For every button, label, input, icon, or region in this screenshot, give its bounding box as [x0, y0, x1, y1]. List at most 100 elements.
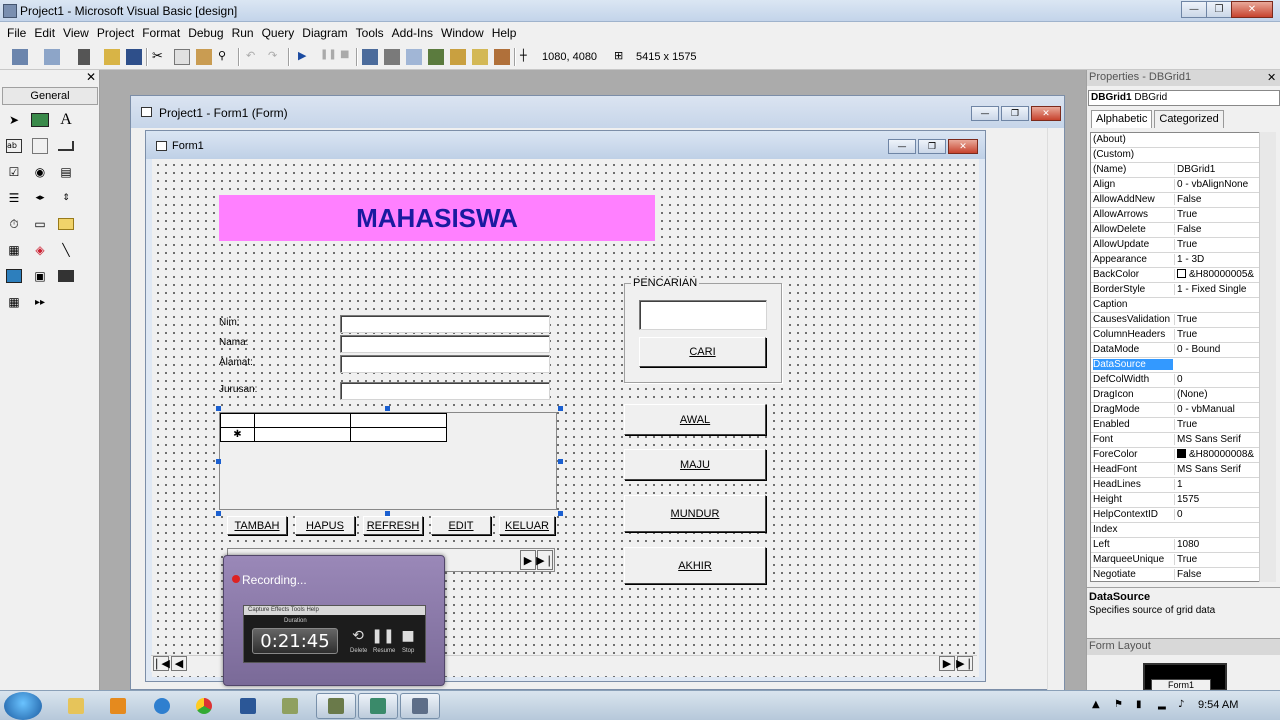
- property-row[interactable]: AllowUpdate True: [1091, 238, 1261, 253]
- form1-close-button[interactable]: ✕: [948, 139, 978, 154]
- menu-query[interactable]: Query: [258, 26, 299, 40]
- taskbar-vb6[interactable]: [316, 693, 356, 719]
- filelistbox-icon[interactable]: ▦: [4, 240, 24, 260]
- property-value[interactable]: 1 - 3D: [1174, 254, 1260, 265]
- dbgrid-icon[interactable]: ▦: [4, 292, 24, 312]
- property-value[interactable]: True: [1174, 419, 1260, 430]
- open-project-icon[interactable]: [104, 49, 120, 65]
- property-row[interactable]: Height 1575: [1091, 493, 1261, 508]
- label-nama[interactable]: Nama:: [219, 337, 248, 348]
- stop-icon[interactable]: ■: [398, 626, 418, 646]
- hscrollbar-icon[interactable]: ◂▸: [30, 188, 50, 208]
- dbgrid-column-header[interactable]: [254, 413, 351, 428]
- property-row[interactable]: BackColor &H80000005&: [1091, 268, 1261, 283]
- scroll-last-icon[interactable]: ▶❘: [956, 656, 974, 671]
- property-row[interactable]: HeadLines 1: [1091, 478, 1261, 493]
- scroll-right-icon[interactable]: ▶: [939, 656, 955, 671]
- dbgrid-column-header[interactable]: [350, 413, 447, 428]
- menu-edit[interactable]: Edit: [30, 26, 59, 40]
- dbgrid-cell[interactable]: [254, 427, 351, 442]
- property-value[interactable]: 0 - Bound: [1174, 344, 1260, 355]
- image-icon[interactable]: [6, 269, 22, 283]
- maju-button[interactable]: MAJU: [624, 449, 766, 480]
- search-textbox[interactable]: [639, 300, 767, 330]
- property-row[interactable]: (Name) DBGrid1: [1091, 163, 1261, 178]
- tray-network-icon[interactable]: ▂: [1158, 699, 1170, 711]
- properties-close-icon[interactable]: ✕: [1267, 71, 1276, 84]
- property-value[interactable]: MS Sans Serif: [1174, 434, 1260, 445]
- copy-icon[interactable]: [174, 49, 190, 65]
- property-row[interactable]: ColumnHeaders True: [1091, 328, 1261, 343]
- property-value[interactable]: 0 - vbManual: [1174, 404, 1260, 415]
- tray-volume-icon[interactable]: ♪: [1178, 699, 1190, 711]
- property-row[interactable]: DataSource▾: [1091, 358, 1261, 373]
- tray-expand-icon[interactable]: ▲: [1092, 699, 1104, 711]
- component-manager-icon[interactable]: [494, 49, 510, 65]
- property-value[interactable]: MS Sans Serif: [1174, 464, 1260, 475]
- start-icon[interactable]: ▶: [298, 49, 314, 65]
- refresh-button[interactable]: REFRESH: [363, 516, 423, 535]
- line-icon[interactable]: ╲: [56, 240, 76, 260]
- object-browser-icon[interactable]: [428, 49, 444, 65]
- adodc-next-icon[interactable]: ▶: [520, 550, 536, 570]
- selection-handle[interactable]: [216, 459, 221, 464]
- break-icon[interactable]: ❚❚: [320, 49, 337, 65]
- menu-view[interactable]: View: [59, 26, 93, 40]
- property-value[interactable]: False: [1174, 194, 1260, 205]
- scroll-first-icon[interactable]: ❘◀: [152, 656, 170, 671]
- property-row[interactable]: Appearance 1 - 3D: [1091, 253, 1261, 268]
- data-view-icon[interactable]: [472, 49, 488, 65]
- property-value[interactable]: 1080: [1174, 539, 1260, 550]
- property-value[interactable]: 1: [1174, 479, 1260, 490]
- label-nim[interactable]: Nim:: [219, 317, 240, 328]
- checkbox-icon[interactable]: ☑: [4, 162, 24, 182]
- commandbutton-icon[interactable]: [58, 141, 74, 151]
- tambah-button[interactable]: TAMBAH: [227, 516, 287, 535]
- pointer-icon[interactable]: ➤: [4, 110, 24, 130]
- drivelistbox-icon[interactable]: ▭: [30, 214, 50, 234]
- textbox-icon[interactable]: ab: [6, 139, 22, 153]
- restore-button[interactable]: ❐: [1206, 1, 1232, 18]
- ole-icon[interactable]: [58, 270, 74, 282]
- properties-scrollbar[interactable]: [1259, 132, 1276, 582]
- awal-button[interactable]: AWAL: [624, 404, 766, 435]
- taskbar-app[interactable]: [270, 693, 310, 719]
- project-close-button[interactable]: ✕: [1031, 106, 1061, 121]
- selection-handle[interactable]: [385, 406, 390, 411]
- form-layout-icon[interactable]: [406, 49, 422, 65]
- tray-flag-icon[interactable]: ⚑: [1114, 699, 1126, 711]
- taskbar-ie[interactable]: [142, 693, 182, 719]
- alamat-textbox[interactable]: [340, 355, 550, 373]
- dbgrid-cell[interactable]: [350, 427, 447, 442]
- nim-textbox[interactable]: [340, 315, 550, 333]
- pause-icon[interactable]: ❚❚: [371, 626, 394, 646]
- tray-battery-icon[interactable]: ▮: [1136, 699, 1148, 711]
- menu-window[interactable]: Window: [437, 26, 488, 40]
- taskbar-media[interactable]: [98, 693, 138, 719]
- save-project-icon[interactable]: [126, 49, 142, 65]
- property-value[interactable]: 0: [1174, 509, 1260, 520]
- property-row[interactable]: DefColWidth 0: [1091, 373, 1261, 388]
- delete-icon[interactable]: ⟲: [348, 626, 368, 646]
- property-row[interactable]: HelpContextID 0: [1091, 508, 1261, 523]
- data-icon[interactable]: ▣: [30, 266, 50, 286]
- minimize-button[interactable]: —: [1181, 1, 1207, 18]
- menu-project[interactable]: Project: [93, 26, 138, 40]
- dirlistbox-icon[interactable]: [58, 218, 74, 230]
- frame-icon[interactable]: [32, 138, 48, 154]
- jurusan-textbox[interactable]: [340, 382, 550, 400]
- property-value[interactable]: True: [1174, 329, 1260, 340]
- property-value[interactable]: &H80000008&: [1174, 449, 1260, 460]
- taskbar-tool[interactable]: [400, 693, 440, 719]
- add-project-icon[interactable]: [12, 49, 28, 65]
- label-icon[interactable]: A: [56, 110, 76, 130]
- optionbutton-icon[interactable]: ◉: [30, 162, 50, 182]
- property-row[interactable]: AllowArrows True: [1091, 208, 1261, 223]
- property-row[interactable]: Enabled True: [1091, 418, 1261, 433]
- property-row[interactable]: Font MS Sans Serif: [1091, 433, 1261, 448]
- header-label[interactable]: MAHASISWA: [219, 195, 655, 241]
- property-row[interactable]: BorderStyle 1 - Fixed Single: [1091, 283, 1261, 298]
- end-icon[interactable]: ■: [340, 49, 356, 65]
- tab-categorized[interactable]: Categorized: [1154, 110, 1224, 128]
- selection-handle[interactable]: [558, 511, 563, 516]
